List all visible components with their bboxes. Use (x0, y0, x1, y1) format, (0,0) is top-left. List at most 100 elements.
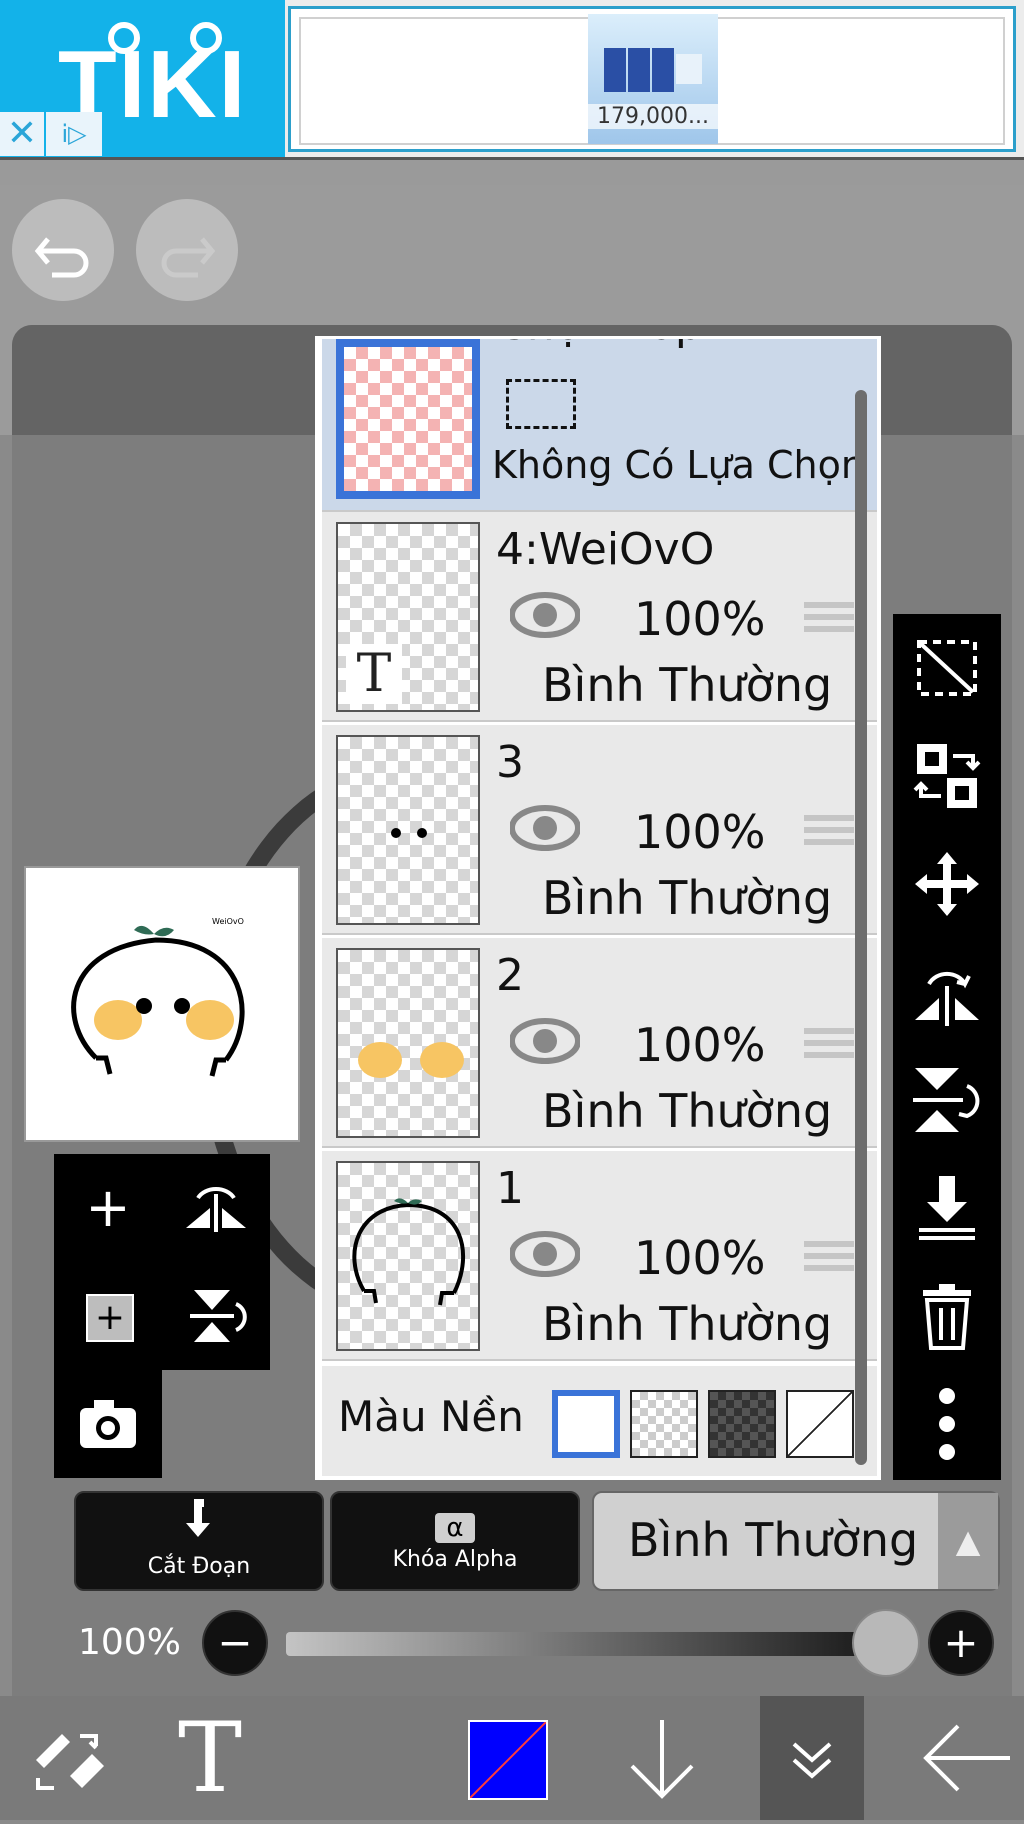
bg-none-swatch[interactable] (786, 1390, 854, 1458)
left-camera-panel (54, 1370, 162, 1478)
merge-down-icon (919, 1176, 975, 1240)
right-tool-bar (893, 614, 1001, 1480)
delete-layer-button[interactable] (907, 1276, 987, 1356)
layer-opacity: 100% (634, 592, 766, 646)
undo-button[interactable] (12, 199, 114, 301)
drag-handle-icon[interactable] (804, 815, 854, 851)
ad-price: 179,000... (588, 104, 718, 129)
selection-cancel-icon (917, 640, 977, 696)
text-layer-icon: T (346, 644, 402, 704)
arrow-left-icon (923, 1724, 1010, 1792)
add-layer-button[interactable]: + (68, 1168, 148, 1248)
flip-vertical-layer-button[interactable] (176, 1276, 256, 1356)
arrow-down-icon (630, 1720, 694, 1799)
cheeks-thumbnail-icon (358, 1042, 464, 1078)
layer-row[interactable]: T 4:WeiOvO 100% Bình Thường (322, 512, 877, 722)
more-vertical-icon (939, 1388, 955, 1460)
bottom-toolbar: T (0, 1696, 1024, 1820)
add-copy-icon: + (86, 1294, 134, 1342)
bg-dark-swatch[interactable] (708, 1390, 776, 1458)
camera-icon (80, 1400, 136, 1448)
clear-selection-button[interactable] (907, 628, 987, 708)
ad-close-icon[interactable]: ✕ (0, 112, 44, 156)
undo-icon (34, 237, 89, 278)
selection-layer-row[interactable]: Chọn Lớp Không Có Lựa Chọn (322, 339, 877, 512)
product-boxes-icon (604, 48, 702, 92)
color-picker-button[interactable] (468, 1720, 548, 1800)
clipping-button[interactable]: Cắt Đoạn (74, 1491, 324, 1591)
layer-panel-toggle-button[interactable] (760, 1696, 864, 1820)
redo-button[interactable] (136, 199, 238, 301)
bg-white-swatch[interactable] (552, 1390, 620, 1458)
ad-banner[interactable]: TIKI ✕ i▷ 179,000... (0, 0, 1024, 160)
lock-icon: α (332, 1493, 578, 1547)
clip-arrow-icon (76, 1493, 322, 1554)
move-layer-button[interactable] (907, 844, 987, 924)
ad-info-icon[interactable]: i▷ (46, 112, 102, 156)
text-tool-button[interactable]: T (160, 1696, 260, 1820)
swap-layer-button[interactable] (907, 736, 987, 816)
drag-handle-icon[interactable] (804, 1028, 854, 1064)
flip-horizontal-layer-button[interactable] (176, 1168, 256, 1248)
clipping-label: Cắt Đoạn (147, 1554, 251, 1579)
bg-transparent-swatch[interactable] (630, 1390, 698, 1458)
blend-mode-value: Bình Thường (628, 1513, 919, 1567)
layer-blend-mode: Bình Thường (542, 871, 833, 925)
back-button[interactable] (910, 1696, 1020, 1820)
eye-icon[interactable] (510, 1016, 580, 1066)
layer-name: 2 (496, 950, 524, 1001)
more-options-button[interactable] (907, 1384, 987, 1464)
alpha-lock-label: Khóa Alpha (392, 1547, 518, 1572)
eye-icon[interactable] (510, 590, 580, 640)
opacity-increase-button[interactable]: + (928, 1610, 994, 1676)
background-color-label: Màu Nền (338, 1392, 524, 1441)
layer-blend-mode: Bình Thường (542, 1297, 833, 1351)
camera-button[interactable] (68, 1384, 148, 1464)
character-preview-icon: WeiOvO (71, 917, 245, 1077)
drag-handle-icon[interactable] (804, 602, 854, 638)
layer-opacity: 100% (634, 1018, 766, 1072)
left-layer-tools: + + (54, 1154, 270, 1370)
dropdown-arrow-icon[interactable]: ▲ (938, 1493, 998, 1589)
layer-blend-mode: Bình Thường (542, 1084, 833, 1138)
tool-switch-button[interactable] (10, 1696, 130, 1820)
add-copy-layer-button[interactable]: + (68, 1276, 148, 1356)
flip-horizontal-icon (186, 1187, 246, 1232)
background-color-row: Màu Nền (322, 1366, 877, 1476)
swap-layers-icon (913, 744, 981, 808)
layer-thumbnail (336, 1161, 480, 1351)
trash-icon (923, 1284, 971, 1350)
selection-marquee-icon (506, 379, 576, 429)
layer-row[interactable]: 3 100% Bình Thường (322, 725, 877, 935)
layer-name: 4:WeiOvO (496, 524, 715, 575)
flip-vertical-icon (913, 1068, 980, 1132)
opacity-decrease-button[interactable]: − (202, 1610, 268, 1676)
layer-panel[interactable]: Chọn Lớp Không Có Lựa Chọn T 4:WeiOvO 10… (315, 336, 881, 1480)
layer-name: 3 (496, 737, 524, 788)
move-icon (915, 852, 979, 916)
selection-layer-thumbnail (336, 339, 480, 499)
drag-handle-icon[interactable] (804, 1241, 854, 1277)
layer-panel-scrollbar[interactable] (855, 390, 867, 1465)
flip-vertical-icon (190, 1290, 247, 1342)
blend-mode-select[interactable]: Bình Thường ▲ (592, 1491, 1000, 1591)
svg-text:WeiOvO: WeiOvO (212, 917, 244, 926)
merge-down-button[interactable] (907, 1168, 987, 1248)
layer-thumbnail (336, 948, 480, 1138)
layer-row[interactable]: 2 100% Bình Thường (322, 938, 877, 1148)
layer-row[interactable]: 1 100% Bình Thường (322, 1151, 877, 1361)
eye-icon[interactable] (510, 1229, 580, 1279)
opacity-value: 100% (78, 1622, 181, 1663)
flip-horizontal-button[interactable] (907, 952, 987, 1032)
layer-down-button[interactable] (612, 1696, 712, 1820)
alpha-lock-button[interactable]: α Khóa Alpha (330, 1491, 580, 1591)
redo-icon (161, 237, 216, 278)
opacity-slider-knob[interactable] (852, 1609, 920, 1677)
flip-vertical-button[interactable] (907, 1060, 987, 1140)
opacity-slider-track[interactable] (286, 1632, 906, 1656)
layer-blend-mode: Bình Thường (542, 658, 833, 712)
flip-horizontal-icon (915, 971, 979, 1026)
eye-icon[interactable] (510, 803, 580, 853)
color-swatch-icon (469, 1721, 547, 1799)
canvas-preview[interactable]: WeiOvO (24, 866, 300, 1142)
